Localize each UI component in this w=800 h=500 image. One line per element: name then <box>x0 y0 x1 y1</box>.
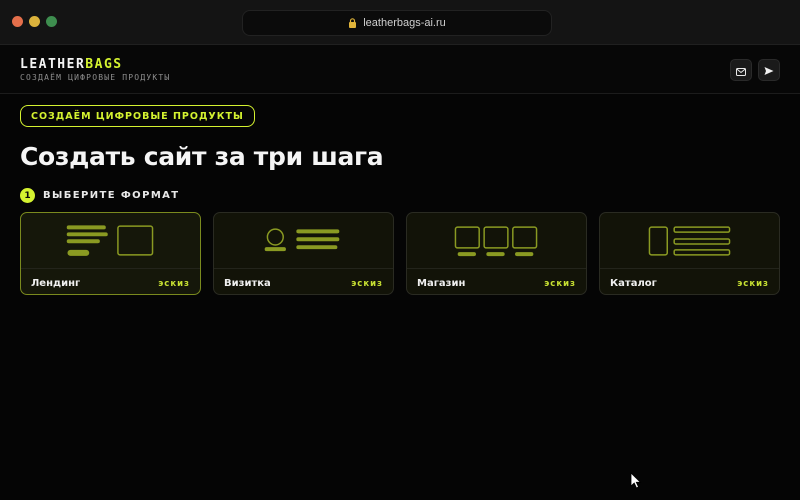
format-card-business-card[interactable]: Визитка эскиз <box>213 212 394 295</box>
address-bar[interactable]: leatherbags-ai.ru <box>242 10 552 36</box>
close-window-button[interactable] <box>12 16 23 27</box>
step-number-badge: 1 <box>20 188 35 203</box>
site-header: LEATHERBAGS СОЗДАЁМ ЦИФРОВЫЕ ПРОДУКТЫ <box>0 45 800 94</box>
format-card-landing[interactable]: Лендинг эскиз <box>20 212 201 295</box>
card-name: Визитка <box>224 278 271 289</box>
logo-part-bags: BAGS <box>85 57 123 72</box>
card-tag: эскиз <box>737 279 769 289</box>
card-name: Магазин <box>417 278 466 289</box>
card-divider <box>21 268 200 269</box>
logo-part-leather: LEATHER <box>20 57 86 72</box>
card-divider <box>214 268 393 269</box>
step-label: ВЫБЕРИТЕ ФОРМАТ <box>43 190 180 201</box>
format-card-shop[interactable]: Магазин эскиз <box>406 212 587 295</box>
mail-icon <box>736 61 746 80</box>
shop-sketch-icon <box>454 226 538 257</box>
url-text: leatherbags-ai.ru <box>363 17 446 29</box>
step-heading: 1 ВЫБЕРИТЕ ФОРМАТ <box>20 188 180 203</box>
browser-chrome: leatherbags-ai.ru <box>0 0 800 45</box>
format-cards: Лендинг эскиз Визитка эскиз Магазин эски… <box>20 212 780 297</box>
card-tag: эскиз <box>544 279 576 289</box>
card-divider <box>600 268 779 269</box>
logo[interactable]: LEATHERBAGS <box>20 58 123 72</box>
telegram-button[interactable] <box>758 59 780 81</box>
format-card-catalog[interactable]: Каталог эскиз <box>599 212 780 295</box>
business-card-sketch-icon <box>264 228 340 252</box>
maximize-window-button[interactable] <box>46 16 57 27</box>
mouse-cursor-icon <box>630 472 642 489</box>
mail-button[interactable] <box>730 59 752 81</box>
promo-pill: СОЗДАЁМ ЦИФРОВЫЕ ПРОДУКТЫ <box>20 105 255 127</box>
card-tag: эскиз <box>351 279 383 289</box>
minimize-window-button[interactable] <box>29 16 40 27</box>
card-divider <box>407 268 586 269</box>
lock-icon <box>348 18 357 28</box>
page-title: Создать сайт за три шага <box>20 142 384 171</box>
tagline: СОЗДАЁМ ЦИФРОВЫЕ ПРОДУКТЫ <box>20 73 171 82</box>
card-name: Каталог <box>610 278 657 289</box>
card-name: Лендинг <box>31 278 81 289</box>
catalog-sketch-icon <box>648 226 731 256</box>
send-icon <box>764 61 774 80</box>
landing-sketch-icon <box>66 225 154 256</box>
card-tag: эскиз <box>158 279 190 289</box>
